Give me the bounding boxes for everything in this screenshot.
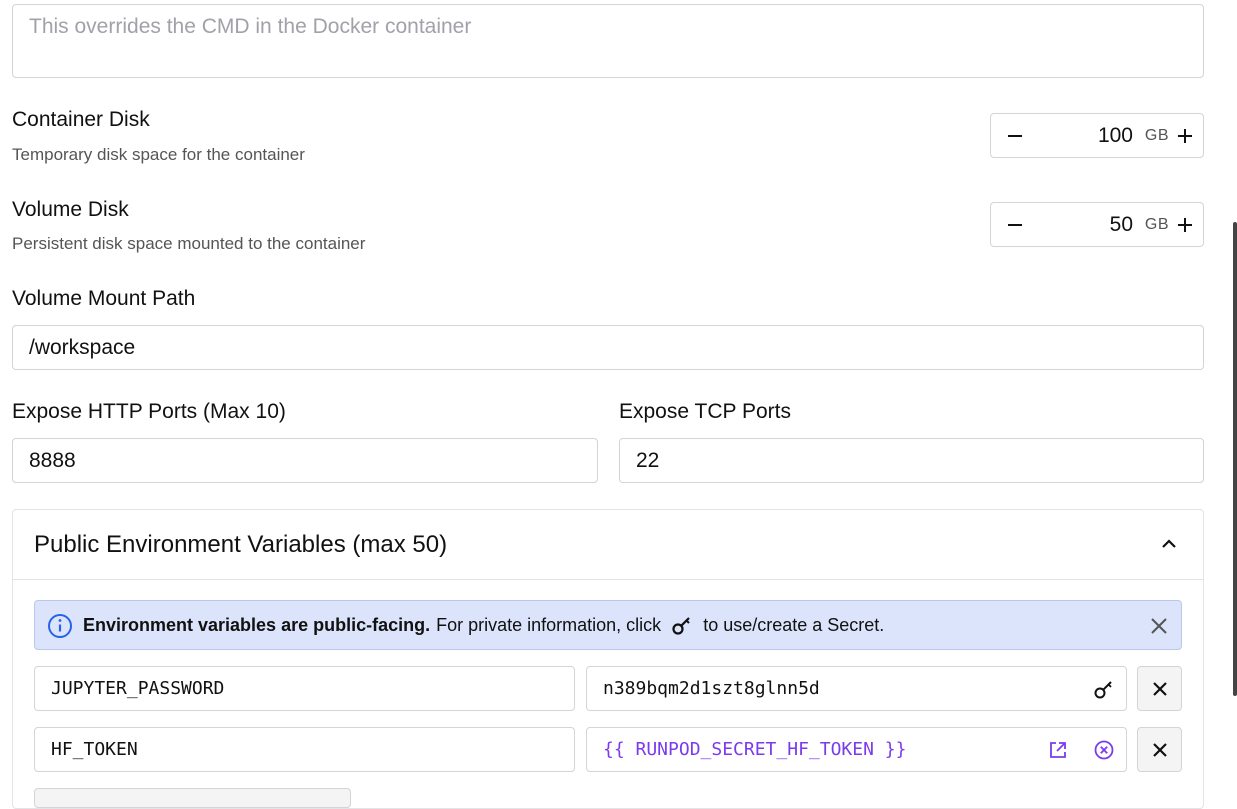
start-command-field[interactable]: This overrides the CMD in the Docker con… <box>12 4 1204 78</box>
http-ports-label: Expose HTTP Ports (Max 10) <box>12 400 286 423</box>
http-ports-input[interactable]: 8888 <box>12 438 598 483</box>
key-icon[interactable] <box>1092 677 1116 701</box>
plus-icon <box>1178 217 1192 232</box>
close-icon <box>1152 742 1167 757</box>
env-var-key: JUPYTER_PASSWORD <box>51 678 225 699</box>
volume-mount-value: /workspace <box>29 335 136 359</box>
start-command-placeholder: This overrides the CMD in the Docker con… <box>29 15 472 38</box>
env-vars-title: Public Environment Variables (max 50) <box>34 531 448 558</box>
scrollbar-thumb[interactable] <box>1233 222 1237 696</box>
tcp-ports-input[interactable]: 22 <box>619 438 1204 483</box>
container-disk-decrement-button[interactable] <box>997 114 1033 157</box>
tcp-ports-label: Expose TCP Ports <box>619 400 791 423</box>
volume-disk-description: Persistent disk space mounted to the con… <box>12 234 366 253</box>
env-var-key-input[interactable]: JUPYTER_PASSWORD <box>34 666 575 711</box>
close-icon <box>1152 681 1167 696</box>
volume-mount-input[interactable]: /workspace <box>12 325 1204 370</box>
notice-text-after: to use/create a Secret. <box>703 614 885 635</box>
env-vars-header[interactable]: Public Environment Variables (max 50) <box>13 510 1203 580</box>
minus-icon <box>1008 134 1022 137</box>
container-disk-value[interactable]: 100 <box>1098 114 1133 157</box>
external-link-icon[interactable] <box>1046 738 1070 762</box>
env-var-key: HF_TOKEN <box>51 739 138 760</box>
volume-disk-decrement-button[interactable] <box>997 203 1033 246</box>
notice-text: For private information, click <box>436 614 662 635</box>
key-icon <box>671 614 693 636</box>
add-env-var-button[interactable] <box>34 788 351 808</box>
container-disk-description: Temporary disk space for the container <box>12 145 305 164</box>
remove-env-var-button[interactable] <box>1137 666 1182 711</box>
container-disk-increment-button[interactable] <box>1169 114 1201 157</box>
container-disk-stepper[interactable]: 100 GB <box>990 113 1204 158</box>
env-var-value-input[interactable]: n389bqm2d1szt8glnn5d <box>586 666 1127 711</box>
tcp-ports-value: 22 <box>636 448 660 472</box>
chevron-up-icon[interactable] <box>1157 532 1181 556</box>
minus-icon <box>1008 223 1022 226</box>
plus-icon <box>1178 128 1192 143</box>
env-var-value-input[interactable]: {{ RUNPOD_SECRET_HF_TOKEN }} <box>586 727 1127 772</box>
remove-env-var-button[interactable] <box>1137 727 1182 772</box>
env-vars-notice: Environment variables are public-facing.… <box>34 600 1182 650</box>
volume-disk-value[interactable]: 50 <box>1110 203 1133 246</box>
close-icon[interactable] <box>1147 614 1171 638</box>
volume-disk-label: Volume Disk <box>12 198 129 221</box>
volume-disk-increment-button[interactable] <box>1169 203 1201 246</box>
notice-bold-text: Environment variables are public-facing. <box>83 614 431 635</box>
info-icon <box>47 613 73 639</box>
volume-mount-label: Volume Mount Path <box>12 287 196 310</box>
volume-disk-stepper[interactable]: 50 GB <box>990 202 1204 247</box>
env-var-key-input[interactable]: HF_TOKEN <box>34 727 575 772</box>
volume-disk-unit: GB <box>1144 215 1169 233</box>
http-ports-value: 8888 <box>29 448 76 472</box>
container-disk-unit: GB <box>1144 126 1169 144</box>
env-var-value: n389bqm2d1szt8glnn5d <box>603 678 820 699</box>
env-var-secret-value: {{ RUNPOD_SECRET_HF_TOKEN }} <box>603 739 907 760</box>
container-disk-label: Container Disk <box>12 108 150 131</box>
clear-circle-icon[interactable] <box>1092 738 1116 762</box>
